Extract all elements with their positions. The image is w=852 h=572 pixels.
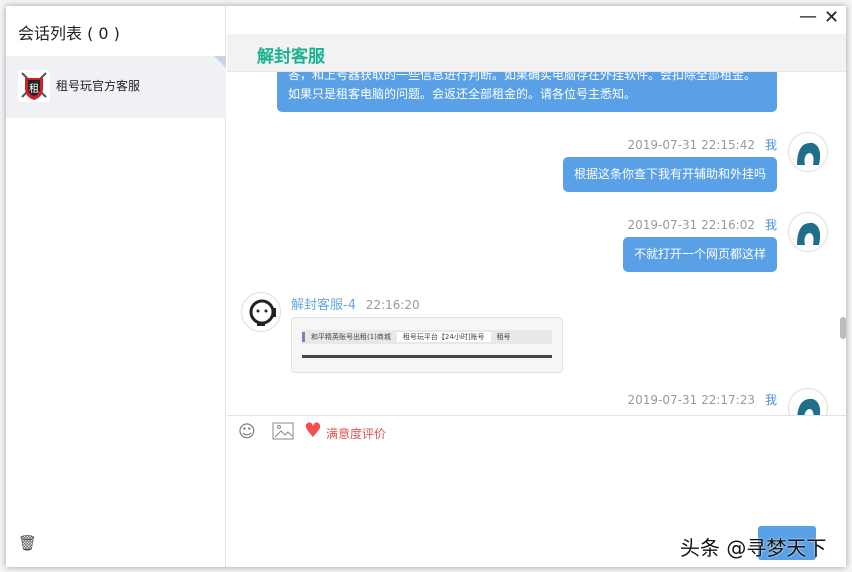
heart-icon[interactable]: ♥ [304, 418, 322, 442]
agent-avatar [241, 292, 281, 332]
message-bubble: 答，和上号器获取的一些信息进行判断。如果确实电脑存在外挂软件。会扣除全部租金。 … [277, 72, 777, 112]
message-list[interactable]: 答，和上号器获取的一些信息进行判断。如果确实电脑存在外挂软件。会扣除全部租金。 … [227, 72, 846, 415]
screenshot-tab: 和平精英账号出租(1)商城 [302, 332, 397, 342]
chat-window: 会话列表 ( 0 ) 租 租号玩官方客服 🗑 — ✕ 解封客服 答，和上号器获取… [6, 6, 846, 567]
minimize-icon[interactable]: — [799, 6, 817, 27]
avatar: 租 [18, 70, 50, 102]
scrollbar[interactable] [840, 317, 846, 339]
message-input[interactable] [235, 451, 835, 521]
message-meta: 2019-07-31 22:15:42 我 [627, 138, 777, 152]
image-icon[interactable] [272, 422, 294, 445]
image-message[interactable]: 和平精英账号出租(1)商城 租号玩平台【24小时]账号 租号 [291, 317, 563, 373]
my-avatar [788, 132, 828, 172]
active-indicator [214, 56, 226, 68]
trash-icon[interactable]: 🗑 [18, 534, 37, 552]
screenshot-tab: 租号 [496, 333, 511, 341]
message-meta: 2019-07-31 22:16:02 我 [627, 218, 777, 232]
screenshot-bar [302, 355, 552, 358]
message-meta: 2019-07-31 22:17:23 我 [627, 393, 777, 407]
emoji-icon[interactable]: ☺ [238, 422, 256, 442]
conversation-list-title: 会话列表 ( 0 ) [18, 24, 120, 43]
conversation-item[interactable]: 租 租号玩官方客服 [6, 56, 226, 118]
conversation-sidebar: 会话列表 ( 0 ) 租 租号玩官方客服 🗑 [6, 6, 226, 567]
chat-main: — ✕ 解封客服 答，和上号器获取的一些信息进行判断。如果确实电脑存在外挂软件。… [227, 6, 846, 567]
divider [227, 415, 846, 416]
chat-header: 解封客服 [227, 34, 846, 72]
message-bubble: 根据这条你查下我有开辅助和外挂吗 [562, 157, 777, 192]
message-meta: 解封客服-4 22:16:20 [291, 298, 420, 313]
watermark: 头条 @寻梦天下 [680, 536, 827, 560]
svg-text:租: 租 [29, 82, 39, 95]
close-icon[interactable]: ✕ [824, 7, 839, 28]
chat-title: 解封客服 [257, 47, 325, 67]
my-avatar [788, 212, 828, 252]
rate-button[interactable]: 满意度评价 [326, 425, 386, 442]
conversation-name: 租号玩官方客服 [56, 79, 141, 93]
screenshot-tab: 租号玩平台【24小时]账号 [396, 332, 491, 342]
my-avatar [788, 388, 828, 415]
message-bubble: 不就打开一个网页都这样 [622, 237, 777, 272]
